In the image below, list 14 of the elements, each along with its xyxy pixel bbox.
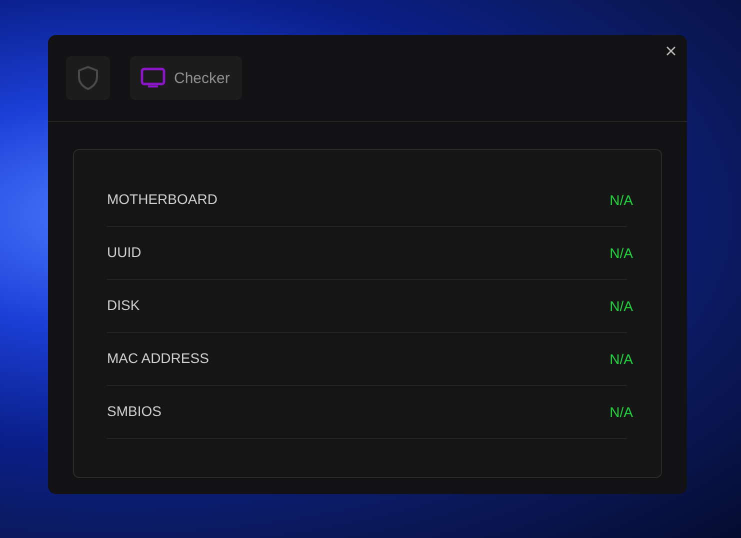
field-value: N/A bbox=[610, 351, 633, 367]
field-value: N/A bbox=[610, 245, 633, 261]
field-value: N/A bbox=[610, 192, 633, 208]
field-label: MAC ADDRESS bbox=[107, 350, 209, 366]
close-icon[interactable] bbox=[666, 46, 676, 56]
field-label: SMBIOS bbox=[107, 403, 162, 419]
field-value: N/A bbox=[610, 298, 633, 314]
field-value: N/A bbox=[610, 404, 633, 420]
field-label: DISK bbox=[107, 297, 140, 313]
field-label: UUID bbox=[107, 244, 142, 260]
field-label: MOTHERBOARD bbox=[107, 191, 218, 207]
monitor-icon bbox=[140, 67, 166, 89]
checker-tab[interactable]: Checker bbox=[130, 56, 242, 100]
shield-icon bbox=[77, 65, 99, 91]
